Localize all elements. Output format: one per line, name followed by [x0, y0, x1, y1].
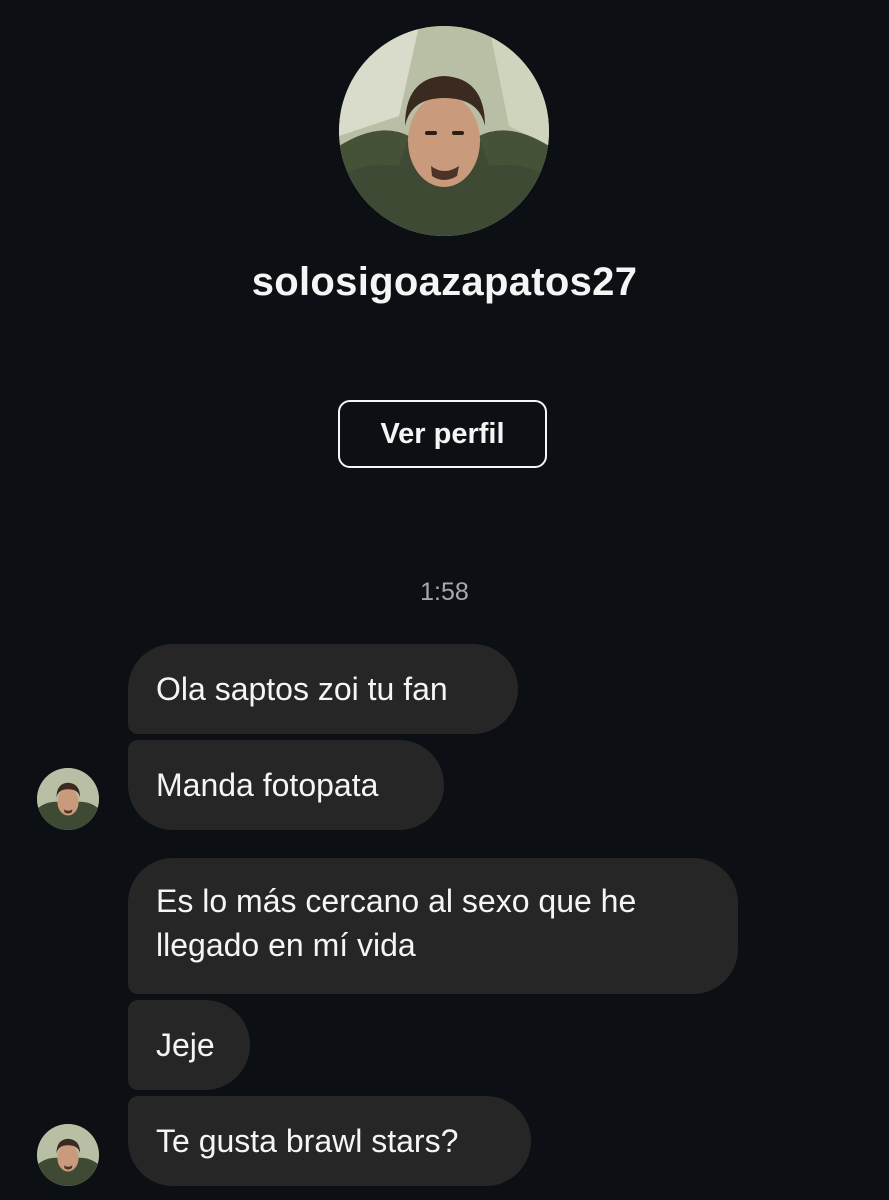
message-bubble[interactable]: Te gusta brawl stars? [128, 1096, 531, 1186]
message-text: Ola saptos zoi tu fan [156, 671, 448, 707]
profile-username: solosigoazapatos27 [251, 260, 638, 304]
message-bubble[interactable]: Ola saptos zoi tu fan [128, 644, 518, 734]
message-bubble[interactable]: Es lo más cercano al sexo que he llegado… [128, 858, 738, 994]
person-photo-icon [37, 768, 99, 830]
chat-screen: solosigoazapatos27 Ver perfil 1:58 Ola s… [0, 0, 889, 1200]
message-text: Te gusta brawl stars? [156, 1123, 459, 1159]
person-photo-icon [339, 26, 549, 236]
profile-avatar[interactable] [339, 26, 549, 236]
sender-avatar[interactable] [37, 1124, 99, 1186]
message-bubble[interactable]: Jeje [128, 1000, 250, 1090]
message-bubble[interactable]: Manda fotopata [128, 740, 444, 830]
message-timestamp: 1:58 [420, 578, 469, 606]
message-text: Es lo más cercano al sexo que he llegado… [156, 883, 637, 963]
message-text: Manda fotopata [156, 767, 379, 803]
person-photo-icon [37, 1124, 99, 1186]
message-text: Jeje [156, 1027, 215, 1063]
sender-avatar[interactable] [37, 768, 99, 830]
view-profile-button[interactable]: Ver perfil [338, 400, 547, 468]
